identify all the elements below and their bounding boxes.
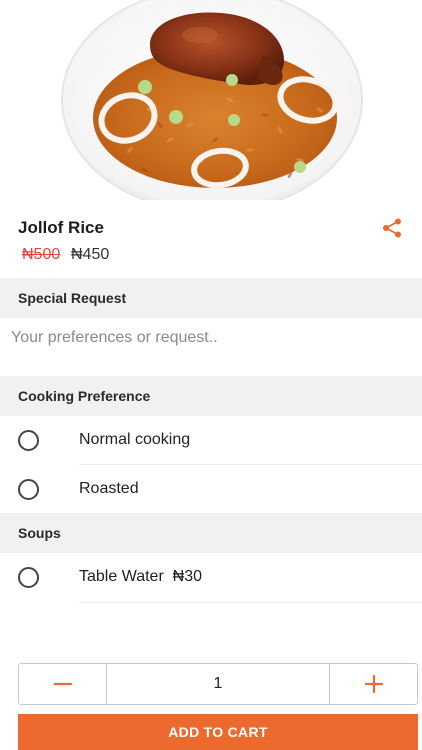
- quantity-value: 1: [213, 675, 223, 692]
- option-roasted[interactable]: Roasted: [0, 465, 422, 514]
- radio-button[interactable]: [18, 567, 39, 588]
- option-table-water[interactable]: Table Water ₦30: [0, 553, 422, 603]
- add-to-cart-button[interactable]: ADD TO CART: [18, 714, 418, 750]
- soups-header: Soups: [0, 513, 422, 553]
- plus-icon: [364, 675, 383, 693]
- share-button[interactable]: [378, 214, 406, 242]
- option-label: Table Water ₦30: [79, 568, 203, 585]
- back-arrow-icon: [17, 20, 37, 38]
- share-icon: [383, 218, 401, 238]
- option-normal-cooking[interactable]: Normal cooking: [0, 416, 422, 465]
- special-request-input[interactable]: [0, 318, 422, 376]
- option-label: Normal cooking: [79, 431, 191, 448]
- increase-quantity-button[interactable]: [329, 664, 417, 704]
- divider: [79, 602, 422, 603]
- product-name: Jollof Rice: [18, 218, 104, 237]
- original-price: ₦500: [22, 246, 61, 263]
- discounted-price: ₦450: [71, 246, 110, 263]
- quantity-stepper: 1: [18, 663, 418, 705]
- decrease-quantity-button[interactable]: [19, 664, 107, 704]
- jollof-rice-plate-illustration: [0, 0, 422, 200]
- option-label: Roasted: [79, 480, 139, 497]
- special-request-header: Special Request: [0, 278, 422, 318]
- radio-button[interactable]: [18, 479, 39, 500]
- minus-icon: [53, 682, 72, 686]
- radio-button[interactable]: [18, 430, 39, 451]
- product-image: [0, 0, 422, 200]
- cooking-preference-header: Cooking Preference: [0, 376, 422, 416]
- back-button[interactable]: [10, 12, 44, 46]
- product-info: [0, 200, 422, 278]
